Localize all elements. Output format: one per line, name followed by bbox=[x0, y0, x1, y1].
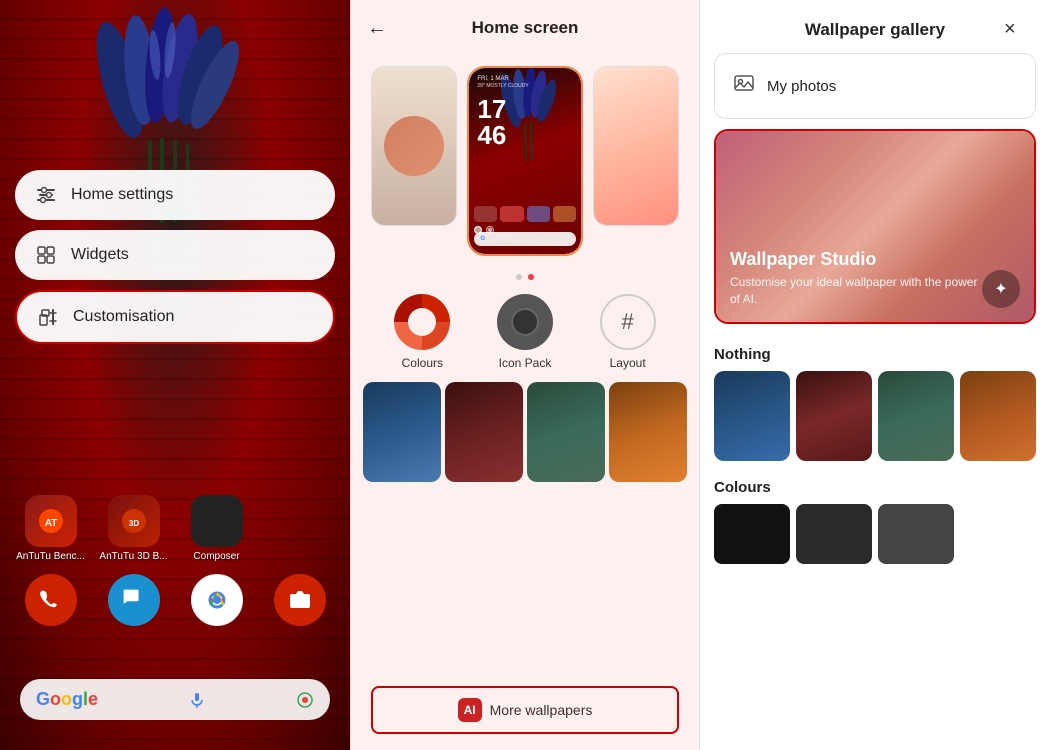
panel-home-screen-settings: ← Home screen bbox=[350, 0, 700, 750]
nothing-thumb-1[interactable] bbox=[714, 371, 790, 461]
option-colours[interactable]: Colours bbox=[394, 294, 450, 370]
wallpaper-thumb-1[interactable] bbox=[363, 382, 441, 482]
phone-preview-active[interactable]: FRI, 1 MAR 28° MOSTLY CLOUDY 1746 G bbox=[467, 66, 582, 256]
preview-time: 1746 bbox=[477, 96, 506, 148]
gallery-title: Wallpaper gallery bbox=[746, 20, 1004, 40]
layout-label: Layout bbox=[610, 356, 646, 370]
colours-section-title: Colours bbox=[700, 475, 1050, 504]
colours-icon bbox=[394, 294, 450, 350]
dot-2[interactable] bbox=[528, 274, 534, 280]
app-grid: AT AnTuTu Benc... 3D AnTuTu 3D B... Comp… bbox=[15, 495, 335, 630]
widgets-icon bbox=[35, 244, 57, 266]
colours-thumbs bbox=[700, 504, 1050, 564]
customisation-icon bbox=[37, 306, 59, 328]
menu-item-customisation[interactable]: Customisation bbox=[15, 290, 335, 344]
ws-sparkle-button[interactable]: ✦ bbox=[982, 270, 1020, 308]
preview-date: FRI, 1 MAR bbox=[477, 76, 508, 82]
preview-dots bbox=[474, 226, 494, 234]
wallpaper-thumb-4[interactable] bbox=[609, 382, 687, 482]
ws-content: Wallpaper Studio Customise your ideal wa… bbox=[730, 249, 984, 308]
colour-thumb-2[interactable] bbox=[796, 504, 872, 564]
layout-icon: # bbox=[600, 294, 656, 350]
preview-app-grid bbox=[474, 206, 575, 222]
colours-section: Colours bbox=[700, 471, 1050, 564]
preview-searchbar: G bbox=[474, 232, 575, 246]
svg-text:3D: 3D bbox=[128, 519, 138, 528]
app-antutu[interactable]: AT AnTuTu Benc... bbox=[15, 495, 86, 562]
nothing-thumb-4[interactable] bbox=[960, 371, 1036, 461]
home-settings-icon bbox=[35, 184, 57, 206]
home-settings-label: Home settings bbox=[71, 186, 173, 204]
app-chat[interactable] bbox=[98, 574, 169, 630]
app-empty bbox=[264, 495, 335, 562]
ai-icon: AI bbox=[458, 698, 482, 722]
app-composer-label: Composer bbox=[193, 551, 239, 562]
panel2-title: Home screen bbox=[472, 18, 579, 38]
app-phone[interactable] bbox=[15, 574, 86, 630]
more-wallpapers-label: More wallpapers bbox=[490, 702, 593, 718]
nothing-thumb-3[interactable] bbox=[878, 371, 954, 461]
wallpaper-thumb-2[interactable] bbox=[445, 382, 523, 482]
colour-thumb-1[interactable] bbox=[714, 504, 790, 564]
dot-1[interactable] bbox=[516, 274, 522, 280]
ws-title: Wallpaper Studio bbox=[730, 249, 984, 270]
phone-preview-default[interactable] bbox=[371, 66, 457, 226]
icon-pack-icon bbox=[497, 294, 553, 350]
menu-item-widgets[interactable]: Widgets bbox=[15, 230, 335, 280]
photos-icon bbox=[733, 72, 755, 100]
my-photos-label: My photos bbox=[767, 78, 836, 95]
wallpaper-studio-card[interactable]: Wallpaper Studio Customise your ideal wa… bbox=[714, 129, 1036, 324]
app-camera[interactable] bbox=[264, 574, 335, 630]
menu-item-home-settings[interactable]: Home settings bbox=[15, 170, 335, 220]
phone-preview-alt[interactable] bbox=[593, 66, 679, 226]
app-antutu3d-label: AnTuTu 3D B... bbox=[99, 551, 167, 562]
context-menu: Home settings Widgets bbox=[15, 170, 335, 344]
nothing-section: Nothing bbox=[700, 338, 1050, 471]
microphone-icon[interactable] bbox=[188, 691, 206, 709]
wallpaper-thumb-3[interactable] bbox=[527, 382, 605, 482]
svg-text:AT: AT bbox=[44, 518, 57, 529]
my-photos-card[interactable]: My photos bbox=[714, 53, 1036, 119]
phone-preview-area: FRI, 1 MAR 28° MOSTLY CLOUDY 1746 G bbox=[351, 56, 699, 266]
customisation-options: Colours Icon Pack # Layout bbox=[351, 284, 699, 374]
google-logo: Google bbox=[36, 689, 98, 710]
app-antutu3d[interactable]: 3D AnTuTu 3D B... bbox=[98, 495, 169, 562]
panel-homescreen: Home settings Widgets bbox=[0, 0, 350, 750]
preview-weather: 28° MOSTLY CLOUDY bbox=[477, 83, 528, 89]
icon-pack-label: Icon Pack bbox=[499, 356, 552, 370]
app-antutu-label: AnTuTu Benc... bbox=[16, 551, 85, 562]
nothing-thumb-2[interactable] bbox=[796, 371, 872, 461]
ws-subtitle: Customise your ideal wallpaper with the … bbox=[730, 274, 984, 308]
app-chrome[interactable] bbox=[181, 574, 252, 630]
camera-search-icon[interactable] bbox=[296, 691, 314, 709]
nothing-wallpapers bbox=[700, 371, 1050, 471]
panel-wallpaper-gallery: Wallpaper gallery × My photos Wallpaper … bbox=[700, 0, 1050, 750]
close-button[interactable]: × bbox=[1004, 18, 1032, 41]
sparkle-icon: ✦ bbox=[994, 279, 1007, 299]
option-icon-pack[interactable]: Icon Pack bbox=[497, 294, 553, 370]
search-bar[interactable]: Google bbox=[20, 679, 330, 720]
option-layout[interactable]: # Layout bbox=[600, 294, 656, 370]
widgets-label: Widgets bbox=[71, 246, 129, 264]
back-button[interactable]: ← bbox=[367, 17, 387, 40]
preview-nav-dots bbox=[351, 266, 699, 284]
customisation-label: Customisation bbox=[73, 308, 174, 326]
more-wallpapers-button[interactable]: AI More wallpapers bbox=[371, 686, 679, 734]
panel3-header: Wallpaper gallery × bbox=[700, 0, 1050, 53]
colour-thumb-3[interactable] bbox=[878, 504, 954, 564]
wallpaper-grid bbox=[351, 374, 699, 678]
nothing-section-title: Nothing bbox=[700, 342, 1050, 371]
colours-label: Colours bbox=[402, 356, 443, 370]
app-composer[interactable]: Composer bbox=[181, 495, 252, 562]
panel2-header: ← Home screen bbox=[351, 0, 699, 56]
